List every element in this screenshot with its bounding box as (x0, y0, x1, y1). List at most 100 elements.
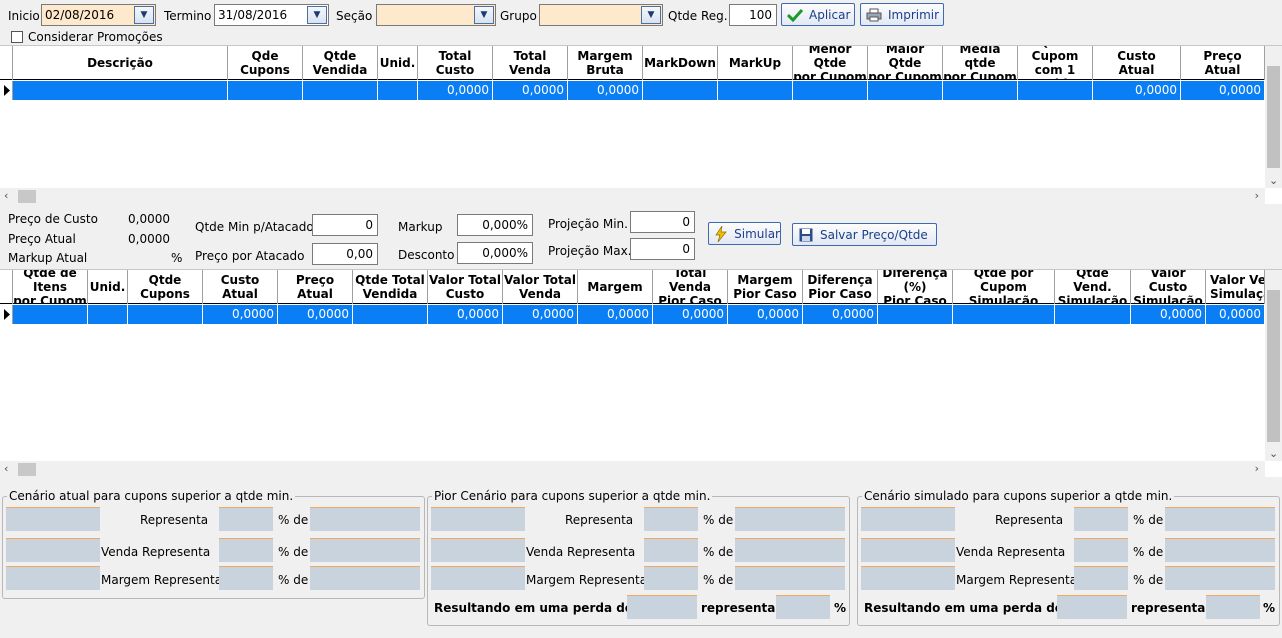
cell[interactable] (88, 305, 128, 324)
col-header[interactable]: Margem Pior Caso (728, 270, 803, 304)
projecao-min-input[interactable]: 0 (630, 211, 695, 233)
vertical-scrollbar[interactable]: ⌄ (1265, 46, 1282, 188)
col-header[interactable]: Custo Atual (203, 270, 278, 304)
qtde-reg-input[interactable]: 100 (729, 4, 777, 26)
imprimir-button[interactable]: Imprimir (860, 3, 944, 26)
chevron-right-icon[interactable]: › (1255, 189, 1259, 202)
col-header[interactable]: Unid. (378, 46, 418, 80)
grupo-select[interactable]: ▼ (539, 4, 663, 26)
cell[interactable]: 0,0000 (728, 305, 803, 324)
cell[interactable]: 0,0000 (568, 81, 643, 100)
cell[interactable]: 0,0000 (1131, 305, 1206, 324)
cell[interactable]: 0,0000 (803, 305, 878, 324)
col-header[interactable]: Margem (578, 270, 653, 304)
inicio-date-picker[interactable]: 02/08/2016 ▼ (41, 4, 156, 26)
cell[interactable]: 0,0000 (428, 305, 503, 324)
horizontal-scrollbar[interactable]: ‹ › (0, 461, 1265, 478)
cell[interactable]: 0,0000 (653, 305, 728, 324)
col-header[interactable]: Qde Cupons (228, 46, 303, 80)
qtde-min-input[interactable]: 0 (312, 214, 378, 236)
desconto-input[interactable]: 0,000% (457, 242, 533, 264)
scroll-thumb[interactable] (1267, 66, 1280, 168)
col-header[interactable]: MarkUp (718, 46, 793, 80)
termino-date-picker[interactable]: 31/08/2016 ▼ (214, 4, 329, 26)
vertical-scrollbar[interactable]: ⌄ (1265, 270, 1282, 461)
col-header[interactable]: Diferença Pior Caso (803, 270, 878, 304)
aplicar-button[interactable]: Aplicar (781, 3, 855, 26)
col-header[interactable]: Qtde de Itens por Cupom (13, 270, 88, 304)
markup-input[interactable]: 0,000% (457, 214, 533, 236)
col-header[interactable]: Total Custo (418, 46, 493, 80)
cell[interactable] (643, 81, 718, 100)
col-header[interactable]: Total Venda Pior Caso (653, 270, 728, 304)
simular-button[interactable]: Simular (708, 222, 781, 245)
simulation-grid[interactable]: Qtde de Itens por Cupom Unid. Qtde Cupons … (0, 269, 1282, 478)
cell[interactable]: 0,0000 (203, 305, 278, 324)
cell[interactable] (378, 81, 418, 100)
considerar-promocoes-checkbox[interactable] (11, 31, 23, 43)
chevron-down-icon[interactable]: ▼ (474, 6, 494, 24)
col-header[interactable]: Valor Total Venda (503, 270, 578, 304)
cell[interactable] (718, 81, 793, 100)
col-header[interactable]: Valor Total Custo (428, 270, 503, 304)
chevron-left-icon[interactable]: ‹ (4, 189, 8, 202)
cell[interactable]: 0,0000 (578, 305, 653, 324)
cell[interactable] (13, 81, 228, 100)
cell[interactable] (868, 81, 943, 100)
chevron-down-icon[interactable]: ⌄ (1269, 447, 1278, 460)
table-row[interactable]: 0,0000 0,0000 0,0000 0,0000 0,0000 0,000… (0, 305, 1282, 324)
cell[interactable] (1055, 305, 1131, 324)
col-header[interactable]: Total Venda (493, 46, 568, 80)
chevron-left-icon[interactable]: ‹ (4, 462, 8, 475)
chevron-right-icon[interactable]: › (1255, 462, 1259, 475)
chevron-down-icon[interactable]: ▼ (134, 6, 154, 24)
cell[interactable] (353, 305, 428, 324)
cell[interactable] (128, 305, 203, 324)
cell[interactable] (13, 305, 88, 324)
preco-atacado-input[interactable]: 0,00 (312, 243, 378, 265)
horizontal-scrollbar[interactable]: ‹ › (0, 188, 1265, 205)
cell[interactable] (1018, 81, 1093, 100)
col-header[interactable]: Margem Bruta (568, 46, 643, 80)
col-header[interactable]: Preço Atual (278, 270, 353, 304)
col-header[interactable]: Qtde Total Vendida (353, 270, 428, 304)
col-header[interactable]: Qtde por Cupom Simulação (953, 270, 1055, 304)
col-header[interactable]: Custo Atual (1093, 46, 1181, 80)
scroll-thumb[interactable] (18, 463, 36, 476)
cell[interactable] (953, 305, 1055, 324)
table-row[interactable]: 0,0000 0,0000 0,0000 0,0000 0,0000 (0, 81, 1282, 100)
col-header[interactable]: Menor Qtde por Cupom (793, 46, 868, 80)
cell[interactable] (878, 305, 953, 324)
col-header[interactable]: Unid. (88, 270, 128, 304)
salvar-preco-qtde-button[interactable]: Salvar Preço/Qtde (792, 223, 937, 246)
col-header[interactable]: MarkDown (643, 46, 718, 80)
cell[interactable] (228, 81, 303, 100)
col-header[interactable]: Média qtde por Cupom (943, 46, 1018, 80)
cell[interactable]: 0,0000 (278, 305, 353, 324)
col-header[interactable]: Valor Custo Simulação (1131, 270, 1206, 304)
col-header[interactable]: Qtde Vend. Simulação (1055, 270, 1131, 304)
secao-select[interactable]: ▼ (376, 4, 496, 26)
scroll-thumb[interactable] (18, 190, 36, 203)
projecao-max-input[interactable]: 0 (630, 238, 695, 260)
col-header[interactable]: Preço Atual (1181, 46, 1265, 80)
cell[interactable]: 0,0000 (1181, 81, 1265, 100)
cell[interactable]: 0,0000 (1093, 81, 1181, 100)
cell[interactable] (303, 81, 378, 100)
cell[interactable]: 0,0000 (1206, 305, 1265, 324)
col-header[interactable]: Diferença (%) Pior Caso (878, 270, 953, 304)
scroll-thumb[interactable] (1267, 290, 1280, 442)
col-header[interactable]: Valor VendaSimulação (1206, 270, 1265, 304)
col-header[interactable]: Qtde Vendida (303, 46, 378, 80)
col-header[interactable]: Qtde Cupons (128, 270, 203, 304)
chevron-down-icon[interactable]: ▼ (641, 6, 661, 24)
cell[interactable]: 0,0000 (503, 305, 578, 324)
chevron-down-icon[interactable]: ⌄ (1269, 174, 1278, 187)
cell[interactable]: 0,0000 (418, 81, 493, 100)
cell[interactable] (793, 81, 868, 100)
chevron-down-icon[interactable]: ▼ (307, 6, 327, 24)
products-grid[interactable]: Descrição Qde Cupons Qtde Vendida Unid. To… (0, 45, 1282, 205)
col-header[interactable]: Qtde Cupomcom 1 unid. (1018, 46, 1093, 80)
col-header[interactable]: Maior Qtde por Cupom (868, 46, 943, 80)
cell[interactable] (943, 81, 1018, 100)
